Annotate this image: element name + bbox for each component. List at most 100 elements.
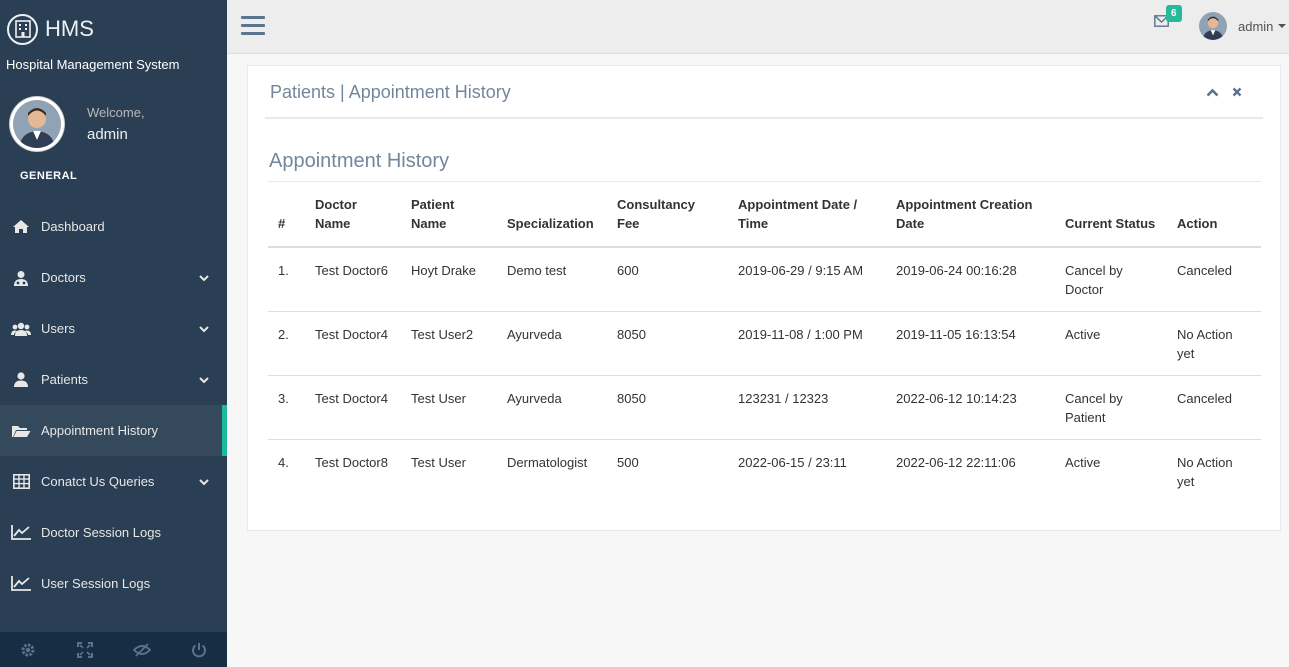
menu-section-title: GENERAL bbox=[20, 170, 78, 182]
user-icon bbox=[11, 372, 31, 387]
brand-subtitle: Hospital Management System bbox=[6, 57, 180, 72]
cell-doctor-name: Test Doctor6 bbox=[315, 263, 388, 278]
sidebar-item-label: Doctors bbox=[41, 270, 86, 285]
profile: Welcome, admin bbox=[0, 94, 227, 154]
sidebar-item-users[interactable]: Users bbox=[0, 303, 227, 354]
cell-specialization: Ayurveda bbox=[497, 375, 607, 440]
cell-specialization: Ayurveda bbox=[497, 311, 607, 376]
line-chart-icon bbox=[11, 576, 31, 591]
sidebar-item-patients[interactable]: Patients bbox=[0, 354, 227, 405]
settings-icon[interactable] bbox=[0, 632, 57, 667]
cell-doctor-name: Test Doctor4 bbox=[305, 375, 401, 440]
lock-icon[interactable] bbox=[114, 632, 171, 667]
column-header-specialization: Specialization bbox=[497, 182, 607, 248]
user-profile-menu[interactable]: admin bbox=[1199, 12, 1287, 40]
sidebar-item-label: Users bbox=[41, 321, 75, 336]
cell-doctor-name: Test Doctor4 bbox=[305, 311, 401, 376]
cell-appointment-date: 2022-06-15 / 23:11 bbox=[728, 439, 886, 503]
cell-patient-name: Test User2 bbox=[401, 311, 497, 376]
table-icon bbox=[11, 474, 31, 489]
table-row: 2. Test Doctor4 Test User2 Ayurveda 8050… bbox=[268, 311, 1261, 376]
cell-action: No Action yet bbox=[1167, 439, 1261, 503]
cell-action: No Action yet bbox=[1167, 311, 1261, 376]
brand[interactable]: HMS bbox=[0, 0, 227, 58]
column-header-creation-date: Appointment Creation Date bbox=[886, 182, 1055, 248]
collapse-chevron-up-icon[interactable] bbox=[1206, 84, 1219, 102]
fullscreen-icon[interactable] bbox=[57, 632, 114, 667]
sidebar-item-appointment-history[interactable]: Appointment History bbox=[0, 405, 227, 456]
profile-name: admin bbox=[87, 126, 128, 143]
sidebar-item-label: Appointment History bbox=[41, 423, 159, 438]
sidebar-item-contact-queries[interactable]: Conatct Us Queries bbox=[0, 456, 227, 507]
cell-creation-date: 2019-11-05 16:13:54 bbox=[886, 311, 1055, 376]
menu-toggle-icon[interactable] bbox=[241, 16, 265, 36]
column-header-appointment-date: Appointment Date / Time bbox=[728, 182, 886, 248]
cell-fee: 500 bbox=[607, 439, 728, 503]
chevron-down-icon bbox=[199, 372, 209, 387]
avatar bbox=[9, 96, 65, 152]
cell-specialization: Dermatologist bbox=[497, 439, 607, 503]
brand-title: HMS bbox=[45, 16, 94, 41]
panel-toolbox bbox=[1206, 84, 1242, 102]
cell-appointment-date: 2019-11-08 / 1:00 PM bbox=[728, 311, 886, 376]
cell-creation-date: 2019-06-24 00:16:28 bbox=[896, 263, 1017, 278]
cell-status: Active bbox=[1055, 311, 1167, 376]
logout-icon[interactable] bbox=[170, 632, 227, 667]
table-row: 3. Test Doctor4 Test User Ayurveda 8050 … bbox=[268, 375, 1261, 440]
cell-doctor-name: Test Doctor8 bbox=[305, 439, 401, 503]
cell-number: 1. bbox=[278, 263, 289, 278]
cell-number: 3. bbox=[268, 375, 305, 440]
column-header-doctor-name: Doctor Name bbox=[305, 182, 401, 248]
cell-patient-name: Test User bbox=[401, 375, 497, 440]
mail-count-badge[interactable]: 6 bbox=[1166, 5, 1182, 22]
user-md-icon bbox=[11, 270, 31, 286]
welcome-text: Welcome, bbox=[87, 105, 145, 120]
sidebar-item-label: Conatct Us Queries bbox=[41, 474, 155, 489]
sidebar-item-label: Dashboard bbox=[41, 219, 105, 234]
sidebar-item-doctor-session-logs[interactable]: Doctor Session Logs bbox=[0, 507, 227, 558]
sidebar: HMS Hospital Management System Welcome, … bbox=[0, 0, 227, 667]
cell-creation-date: 2022-06-12 22:11:06 bbox=[886, 439, 1055, 503]
section-heading: Appointment History bbox=[269, 150, 450, 172]
appointment-history-panel: Patients | Appointment History Appointme… bbox=[247, 65, 1281, 531]
chevron-down-icon bbox=[199, 321, 209, 336]
cell-appointment-date: 123231 / 12323 bbox=[728, 375, 886, 440]
panel-divider bbox=[265, 117, 1263, 119]
sidebar-item-user-session-logs[interactable]: User Session Logs bbox=[0, 558, 227, 609]
cell-status: Cancel by Doctor bbox=[1065, 263, 1123, 297]
cell-fee: 8050 bbox=[607, 375, 728, 440]
sidebar-footer bbox=[0, 632, 227, 667]
cell-specialization: Demo test bbox=[507, 263, 567, 278]
sidebar-item-doctors[interactable]: Doctors bbox=[0, 252, 227, 303]
chevron-down-icon bbox=[199, 270, 209, 285]
top-navbar: 6 admin bbox=[227, 0, 1289, 54]
column-header-action: Action bbox=[1167, 182, 1261, 248]
home-icon bbox=[11, 219, 31, 234]
sidebar-menu: Dashboard Doctors Users Patients Appoint… bbox=[0, 201, 227, 609]
close-icon[interactable] bbox=[1232, 84, 1242, 102]
sidebar-item-label: Doctor Session Logs bbox=[41, 525, 161, 540]
table-row: 1. Test Doctor6 Hoyt Drake Demo test 600… bbox=[268, 247, 1261, 312]
sidebar-item-label: Patients bbox=[41, 372, 88, 387]
column-header-current-status: Current Status bbox=[1055, 182, 1167, 248]
avatar bbox=[1199, 12, 1227, 40]
sidebar-item-dashboard[interactable]: Dashboard bbox=[0, 201, 227, 252]
cell-number: 4. bbox=[268, 439, 305, 503]
cell-status: Cancel by Patient bbox=[1055, 375, 1167, 440]
cell-fee: 600 bbox=[617, 263, 639, 278]
folder-open-icon bbox=[11, 424, 31, 438]
table-row: 4. Test Doctor8 Test User Dermatologist … bbox=[268, 439, 1261, 503]
cell-creation-date: 2022-06-12 10:14:23 bbox=[886, 375, 1055, 440]
column-header-number: # bbox=[268, 182, 305, 248]
line-chart-icon bbox=[11, 525, 31, 540]
cell-patient-name: Test User bbox=[401, 439, 497, 503]
chevron-down-icon bbox=[199, 474, 209, 489]
users-icon bbox=[11, 322, 31, 336]
appointments-table: # Doctor Name Patient Name Specializatio… bbox=[268, 182, 1261, 503]
cell-action: Canceled bbox=[1177, 263, 1232, 278]
cell-number: 2. bbox=[268, 311, 305, 376]
sidebar-item-label: User Session Logs bbox=[41, 576, 151, 591]
page-title: Patients | Appointment History bbox=[270, 82, 511, 102]
column-header-patient-name: Patient Name bbox=[401, 182, 497, 248]
cell-patient-name: Hoyt Drake bbox=[411, 263, 477, 278]
